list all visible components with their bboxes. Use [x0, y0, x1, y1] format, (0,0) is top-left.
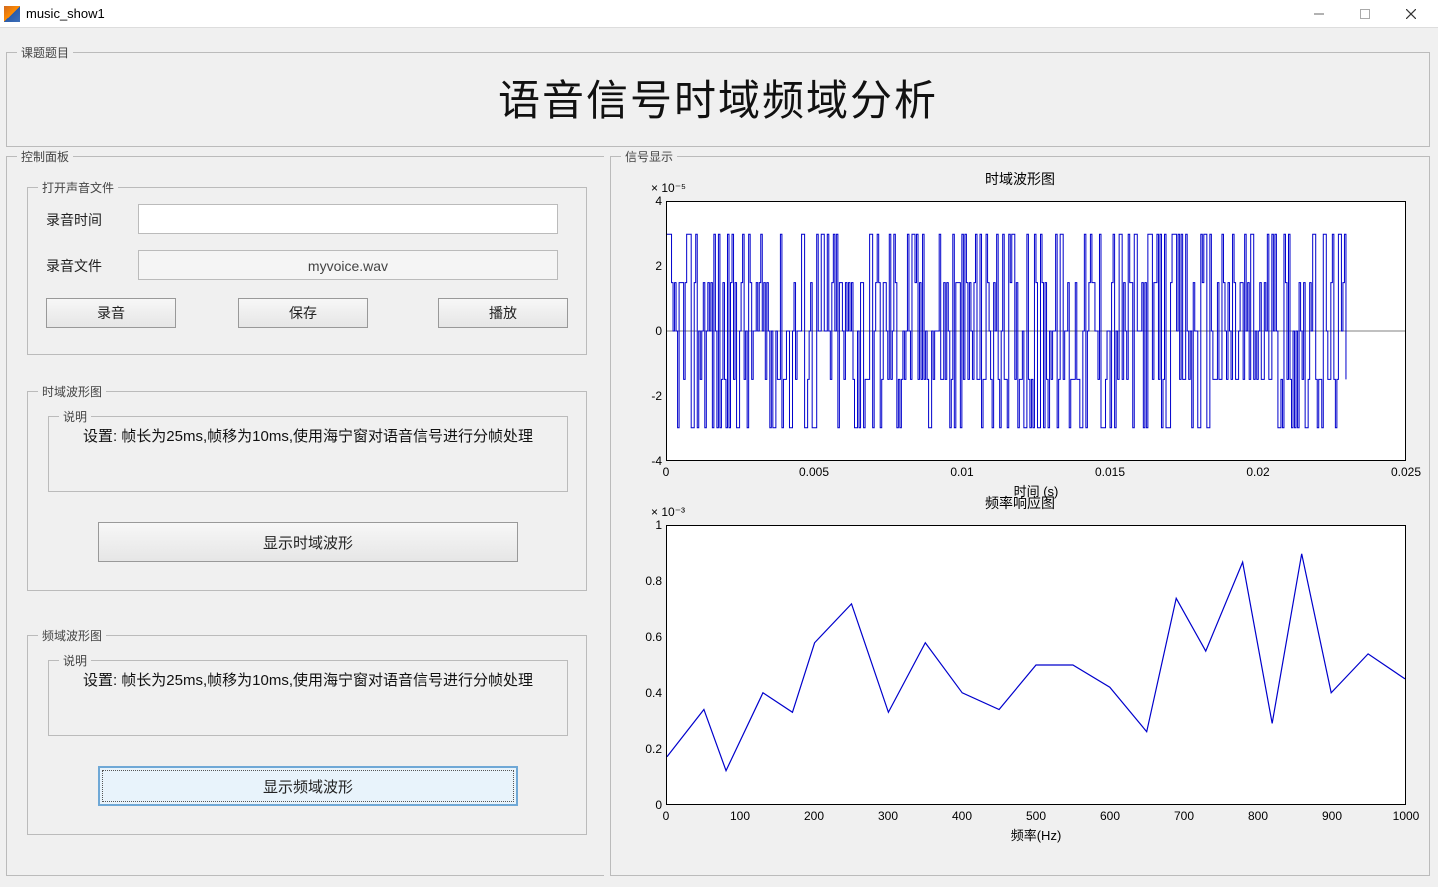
axes1-ytick: 4: [632, 194, 662, 208]
axes1-xtick: 0.025: [1391, 465, 1421, 479]
label-rec-time: 录音时间: [46, 210, 102, 230]
panel-time-legend: 时域波形图: [38, 383, 106, 400]
panel-control: 控制面板 打开声音文件 录音时间 录音文件 myvoice.wav 录音 保存 …: [6, 156, 604, 876]
record-button[interactable]: 录音: [46, 298, 176, 328]
panel-freq-legend: 频域波形图: [38, 627, 106, 644]
axes2-xtick: 600: [1100, 809, 1120, 823]
axes2-ytick: 0.4: [632, 686, 662, 700]
play-button[interactable]: 播放: [438, 298, 568, 328]
minimize-button[interactable]: [1296, 0, 1342, 28]
axes2-xtick: 400: [952, 809, 972, 823]
show-freq-waveform-button[interactable]: 显示频域波形: [98, 766, 518, 806]
axes2-xtick: 700: [1174, 809, 1194, 823]
axes2-ytick: 0.2: [632, 742, 662, 756]
axes2-xtick: 500: [1026, 809, 1046, 823]
axes1-ytick: 2: [632, 259, 662, 273]
save-button[interactable]: 保存: [238, 298, 368, 328]
axes2-ytick: 1: [632, 518, 662, 532]
show-time-waveform-button[interactable]: 显示时域波形: [98, 522, 518, 562]
axes2-ytick: 0.8: [632, 574, 662, 588]
panel-freq-desc-legend: 说明: [59, 652, 91, 669]
panel-topic-legend: 课题题目: [17, 44, 73, 61]
freq-desc-text: 设置: 帧长为25ms,帧移为10ms,使用海宁窗对语音信号进行分帧处理: [49, 661, 567, 701]
panel-time: 时域波形图 说明 设置: 帧长为25ms,帧移为10ms,使用海宁窗对语音信号进…: [27, 391, 587, 591]
axes1-ytick: -2: [632, 389, 662, 403]
axes1-xtick: 0.005: [799, 465, 829, 479]
axes2-xtick: 900: [1322, 809, 1342, 823]
panel-open-file-legend: 打开声音文件: [38, 179, 118, 196]
axes2-xtick: 300: [878, 809, 898, 823]
axes1-xtick: 0.015: [1095, 465, 1125, 479]
axes2-xtick: 200: [804, 809, 824, 823]
axes2-ytick: 0: [632, 798, 662, 812]
panel-freq: 频域波形图 说明 设置: 帧长为25ms,帧移为10ms,使用海宁窗对语音信号进…: [27, 635, 587, 835]
label-rec-file: 录音文件: [46, 256, 102, 276]
axes2-title: 频率响应图: [611, 493, 1429, 513]
axes-time[interactable]: [666, 201, 1406, 461]
close-button[interactable]: [1388, 0, 1434, 28]
axes2-xlabel: 频率(Hz): [1011, 825, 1062, 844]
time-desc-text: 设置: 帧长为25ms,帧移为10ms,使用海宁窗对语音信号进行分帧处理: [49, 417, 567, 457]
input-rec-time[interactable]: [138, 204, 558, 234]
axes2-xtick: 100: [730, 809, 750, 823]
axes1-title: 时域波形图: [611, 169, 1429, 189]
panel-signal-legend: 信号显示: [621, 148, 677, 165]
axes2-xtick: 0: [663, 809, 670, 823]
axes1-y-exponent: × 10⁻⁵: [651, 181, 686, 195]
maximize-button[interactable]: [1342, 0, 1388, 28]
panel-signal: 信号显示 时域波形图 × 10⁻⁵ 时间 (s) 频率响应图 × 10⁻³ 频率…: [610, 156, 1430, 876]
panel-control-legend: 控制面板: [17, 148, 73, 165]
axes1-ytick: 0: [632, 324, 662, 338]
matlab-app-icon: [4, 6, 20, 22]
axes1-xtick: 0.01: [950, 465, 973, 479]
panel-freq-desc: 说明 设置: 帧长为25ms,帧移为10ms,使用海宁窗对语音信号进行分帧处理: [48, 660, 568, 736]
axes2-xtick: 1000: [1393, 809, 1420, 823]
axes1-ytick: -4: [632, 454, 662, 468]
axes2-y-exponent: × 10⁻³: [651, 505, 685, 519]
window-titlebar: music_show1: [0, 0, 1438, 28]
figure-client-area: 课题题目 语音信号时域频域分析 控制面板 打开声音文件 录音时间 录音文件 my…: [0, 28, 1438, 887]
axes1-xtick: 0.02: [1246, 465, 1269, 479]
big-title: 语音信号时域频域分析: [7, 53, 1429, 128]
panel-open-file: 打开声音文件 录音时间 录音文件 myvoice.wav 录音 保存 播放: [27, 187, 587, 355]
display-rec-filename: myvoice.wav: [138, 250, 558, 280]
panel-time-desc-legend: 说明: [59, 408, 91, 425]
panel-time-desc: 说明 设置: 帧长为25ms,帧移为10ms,使用海宁窗对语音信号进行分帧处理: [48, 416, 568, 492]
axes1-xtick: 0: [663, 465, 670, 479]
axes-freq[interactable]: [666, 525, 1406, 805]
axes2-ytick: 0.6: [632, 630, 662, 644]
window-title: music_show1: [26, 6, 105, 21]
panel-topic: 课题题目 语音信号时域频域分析: [6, 52, 1430, 147]
axes2-xtick: 800: [1248, 809, 1268, 823]
